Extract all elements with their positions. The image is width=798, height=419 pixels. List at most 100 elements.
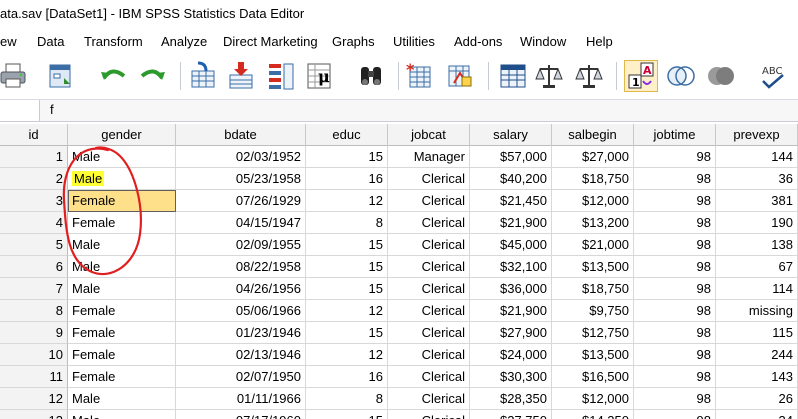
cell-value-input[interactable]: f: [50, 102, 54, 117]
cell-salary[interactable]: $30,300: [470, 366, 552, 388]
cell-educ[interactable]: 15: [306, 410, 388, 419]
cell-jobcat[interactable]: Clerical: [388, 388, 470, 410]
cell-bdate[interactable]: 02/07/1950: [176, 366, 306, 388]
column-header-jobtime[interactable]: jobtime: [634, 124, 716, 146]
cell-gender[interactable]: Female: [68, 300, 176, 322]
descriptive-statistics-icon[interactable]: μ: [302, 60, 336, 92]
cell-salbegin[interactable]: $13,500: [552, 344, 634, 366]
column-header-bdate[interactable]: bdate: [176, 124, 306, 146]
column-header-prevexp[interactable]: prevexp: [716, 124, 798, 146]
split-file-icon[interactable]: [496, 60, 530, 92]
cell-salary[interactable]: $57,000: [470, 146, 552, 168]
cell-salary[interactable]: $21,450: [470, 190, 552, 212]
cell-gender[interactable]: Female: [68, 212, 176, 234]
cell-gender[interactable]: Female: [68, 322, 176, 344]
row-number[interactable]: 11: [0, 366, 68, 388]
cell-salary[interactable]: $45,000: [470, 234, 552, 256]
cell-educ[interactable]: 16: [306, 168, 388, 190]
cell-bdate[interactable]: 07/17/1960: [176, 410, 306, 419]
cell-jobcat[interactable]: Clerical: [388, 300, 470, 322]
cell-prevexp[interactable]: 244: [716, 344, 798, 366]
cell-salbegin[interactable]: $9,750: [552, 300, 634, 322]
cell-salary[interactable]: $40,200: [470, 168, 552, 190]
cell-educ[interactable]: 16: [306, 366, 388, 388]
cell-jobcat[interactable]: Clerical: [388, 234, 470, 256]
cell-educ[interactable]: 8: [306, 212, 388, 234]
value-labels-icon[interactable]: 1A: [624, 60, 658, 92]
cell-salary[interactable]: $27,750: [470, 410, 552, 419]
cell-bdate[interactable]: 05/23/1958: [176, 168, 306, 190]
cell-jobtime[interactable]: 98: [634, 190, 716, 212]
cell-prevexp[interactable]: 114: [716, 278, 798, 300]
cell-jobtime[interactable]: 98: [634, 256, 716, 278]
row-number[interactable]: 3: [0, 190, 68, 212]
cell-jobtime[interactable]: 98: [634, 388, 716, 410]
cell-educ[interactable]: 15: [306, 322, 388, 344]
cell-gender[interactable]: Male: [68, 234, 176, 256]
insert-cases-icon[interactable]: *: [402, 60, 436, 92]
row-number[interactable]: 1: [0, 146, 68, 168]
cell-bdate[interactable]: 01/23/1946: [176, 322, 306, 344]
menu-utilities[interactable]: Utilities: [393, 34, 435, 49]
cell-jobcat[interactable]: Clerical: [388, 256, 470, 278]
cell-jobtime[interactable]: 98: [634, 168, 716, 190]
cell-prevexp[interactable]: 144: [716, 146, 798, 168]
cell-bdate[interactable]: 05/06/1966: [176, 300, 306, 322]
goto-case-icon[interactable]: [186, 60, 220, 92]
menu-help[interactable]: Help: [586, 34, 613, 49]
cell-bdate[interactable]: 02/13/1946: [176, 344, 306, 366]
print-icon[interactable]: [0, 60, 30, 92]
cell-salary[interactable]: $24,000: [470, 344, 552, 366]
cell-bdate[interactable]: 04/15/1947: [176, 212, 306, 234]
cell-educ[interactable]: 15: [306, 234, 388, 256]
cell-jobtime[interactable]: 98: [634, 234, 716, 256]
cell-educ[interactable]: 12: [306, 344, 388, 366]
menu-graphs[interactable]: Graphs: [332, 34, 375, 49]
cell-jobtime[interactable]: 98: [634, 410, 716, 419]
cell-prevexp[interactable]: 67: [716, 256, 798, 278]
row-number[interactable]: 6: [0, 256, 68, 278]
column-header-gender[interactable]: gender: [68, 124, 176, 146]
column-header-salary[interactable]: salary: [470, 124, 552, 146]
cell-educ[interactable]: 8: [306, 388, 388, 410]
cell-jobcat[interactable]: Manager: [388, 146, 470, 168]
cell-salary[interactable]: $28,350: [470, 388, 552, 410]
cell-salbegin[interactable]: $18,750: [552, 278, 634, 300]
cell-salbegin[interactable]: $21,000: [552, 234, 634, 256]
row-number[interactable]: 13: [0, 410, 68, 419]
cell-salary[interactable]: $21,900: [470, 212, 552, 234]
cell-salbegin[interactable]: $14,250: [552, 410, 634, 419]
insert-variable-icon[interactable]: [442, 60, 476, 92]
cell-jobtime[interactable]: 98: [634, 212, 716, 234]
cell-jobtime[interactable]: 98: [634, 300, 716, 322]
cell-bdate[interactable]: 08/22/1958: [176, 256, 306, 278]
cell-jobcat[interactable]: Clerical: [388, 168, 470, 190]
cell-prevexp[interactable]: 115: [716, 322, 798, 344]
cell-jobcat[interactable]: Clerical: [388, 366, 470, 388]
cell-salbegin[interactable]: $16,500: [552, 366, 634, 388]
row-number[interactable]: 9: [0, 322, 68, 344]
cell-educ[interactable]: 12: [306, 190, 388, 212]
cell-gender[interactable]: Male: [68, 168, 176, 190]
cell-gender[interactable]: Male: [68, 278, 176, 300]
cell-educ[interactable]: 15: [306, 278, 388, 300]
cell-prevexp[interactable]: 138: [716, 234, 798, 256]
recall-dialog-icon[interactable]: [44, 60, 78, 92]
cell-salbegin[interactable]: $12,000: [552, 388, 634, 410]
find-icon[interactable]: [354, 60, 388, 92]
cell-gender[interactable]: Male: [68, 146, 176, 168]
variables-icon[interactable]: [264, 60, 298, 92]
weight-cases-icon[interactable]: [532, 60, 566, 92]
cell-jobcat[interactable]: Clerical: [388, 190, 470, 212]
cell-jobcat[interactable]: Clerical: [388, 212, 470, 234]
cell-gender[interactable]: Female: [68, 366, 176, 388]
cell-prevexp[interactable]: 34: [716, 410, 798, 419]
cell-bdate[interactable]: 07/26/1929: [176, 190, 306, 212]
cell-salary[interactable]: $21,900: [470, 300, 552, 322]
cell-jobtime[interactable]: 98: [634, 366, 716, 388]
column-header-id[interactable]: id: [0, 124, 68, 146]
cell-bdate[interactable]: 04/26/1956: [176, 278, 306, 300]
menu-transform[interactable]: Transform: [84, 34, 143, 49]
cell-prevexp[interactable]: 36: [716, 168, 798, 190]
cell-reference[interactable]: [0, 100, 40, 121]
